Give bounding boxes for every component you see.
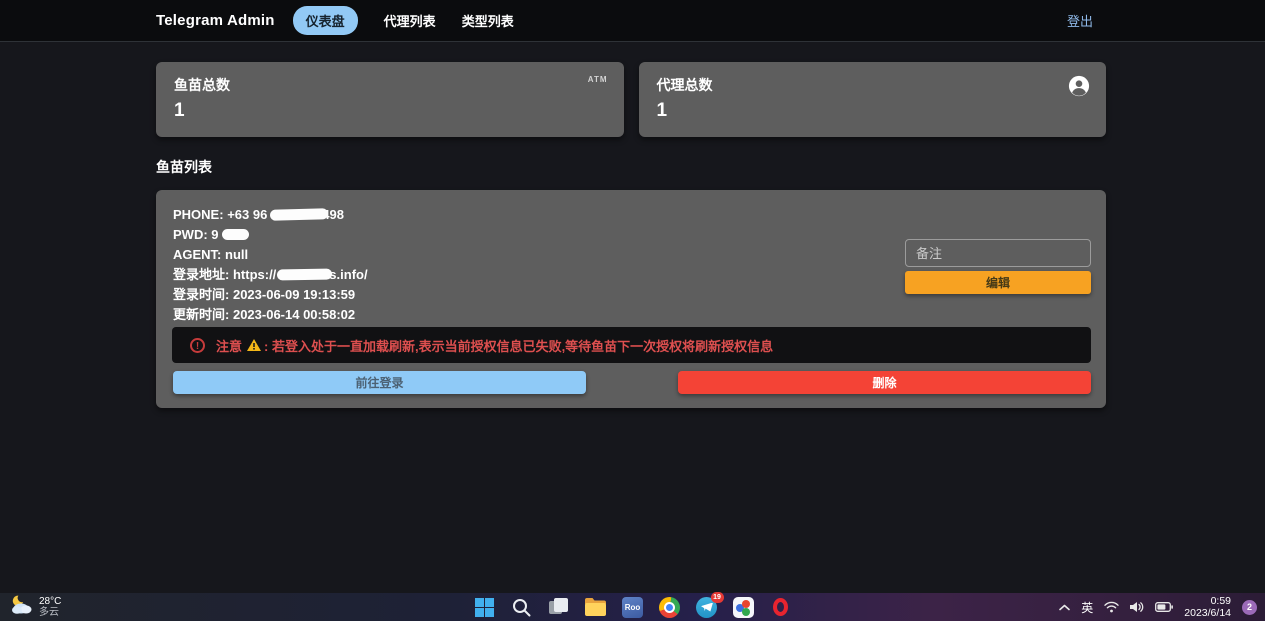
volume-icon[interactable] — [1130, 601, 1144, 613]
tab-type-list[interactable]: 类型列表 — [462, 11, 514, 30]
stat-label: 鱼苗总数 — [174, 75, 606, 95]
stat-card-fry-total: 鱼苗总数 1 ATM — [156, 62, 624, 137]
pwd-line: PWD: 9 — [173, 225, 368, 245]
tray-chevron-up-icon[interactable] — [1059, 604, 1070, 611]
warning-triangle-icon — [247, 339, 261, 351]
telegram-icon[interactable]: 19 — [696, 596, 718, 618]
screen: Telegram Admin 仪表盘 代理列表 类型列表 登出 鱼苗总数 1 A… — [0, 0, 1265, 621]
weather-icon — [10, 595, 34, 620]
battery-icon[interactable] — [1155, 601, 1173, 613]
tab-agent-list[interactable]: 代理列表 — [384, 11, 436, 30]
roo-app-icon[interactable]: Roo — [622, 596, 644, 618]
record-details: PHONE: +63 96498 PWD: 9 AGENT: null 登录地址… — [173, 205, 368, 325]
brand-title: Telegram Admin — [156, 12, 275, 29]
redaction-blob — [222, 229, 249, 240]
stat-cards-row: 鱼苗总数 1 ATM 代理总数 1 — [156, 62, 1106, 137]
ime-indicator[interactable]: 英 — [1081, 599, 1093, 616]
update-time-value: 2023-06-14 00:58:02 — [233, 307, 355, 322]
weather-condition: 多云 — [39, 607, 59, 618]
redaction-blob — [270, 208, 328, 221]
note-input[interactable] — [905, 239, 1091, 267]
telegram-badge: 19 — [711, 592, 724, 603]
section-title-fry-list: 鱼苗列表 — [156, 157, 212, 177]
warning-bar: ! 注意 : 若登入处于一直加载刷新,表示当前授权信息已失败,等待鱼苗下一次授权… — [172, 327, 1091, 363]
weather-text: 28°C 多云 — [39, 596, 61, 618]
edit-button[interactable]: 编辑 — [905, 271, 1091, 294]
task-view-icon[interactable] — [548, 596, 570, 618]
login-url-line: 登录地址: https:// s.info/ — [173, 265, 368, 285]
alert-circle-icon: ! — [190, 338, 205, 353]
agent-line: AGENT: null — [173, 245, 368, 265]
login-url-label: 登录地址: — [173, 267, 229, 282]
clock-time: 0:59 — [1211, 595, 1231, 607]
phone-prefix: +63 96 — [227, 207, 267, 222]
update-time-label: 更新时间: — [173, 307, 229, 322]
weather-widget[interactable]: 28°C 多云 — [10, 595, 61, 620]
top-navbar: Telegram Admin 仪表盘 代理列表 类型列表 登出 — [0, 0, 1265, 42]
system-tray: 英 — [1059, 593, 1257, 621]
redaction-blob — [277, 269, 332, 281]
file-explorer-icon[interactable] — [585, 596, 607, 618]
login-url-suffix: s.info/ — [329, 267, 367, 282]
login-url-prefix: https:// — [233, 267, 276, 282]
update-time-line: 更新时间: 2023-06-14 00:58:02 — [173, 305, 368, 325]
clock-date: 2023/6/14 — [1184, 607, 1231, 619]
pwd-label: PWD: — [173, 227, 208, 242]
login-time-label: 登录时间: — [173, 287, 229, 302]
account-circle-icon — [1068, 75, 1090, 102]
weather-temp: 28°C — [39, 596, 61, 607]
goto-login-button[interactable]: 前往登录 — [173, 371, 586, 394]
wifi-icon[interactable] — [1104, 601, 1119, 613]
stat-label: 代理总数 — [657, 75, 1089, 95]
chrome-icon[interactable] — [659, 596, 681, 618]
circles-app-icon[interactable] — [733, 596, 755, 618]
windows-taskbar: 28°C 多云 — [0, 593, 1265, 621]
taskbar-center-icons: Roo 19 — [474, 593, 792, 621]
login-time-line: 登录时间: 2023-06-09 19:13:59 — [173, 285, 368, 305]
fry-record-card: PHONE: +63 96498 PWD: 9 AGENT: null 登录地址… — [156, 190, 1106, 408]
taskbar-clock[interactable]: 0:59 2023/6/14 — [1184, 595, 1231, 619]
agent-value: null — [225, 247, 248, 262]
windows-start-button[interactable] — [474, 596, 496, 618]
roo-label: Roo — [622, 597, 643, 618]
stat-card-agent-total: 代理总数 1 — [639, 62, 1107, 137]
tab-dashboard[interactable]: 仪表盘 — [293, 6, 358, 35]
delete-button[interactable]: 删除 — [678, 371, 1091, 394]
warning-label: 注意 — [216, 336, 242, 355]
notification-badge[interactable]: 2 — [1242, 600, 1257, 615]
login-time-value: 2023-06-09 19:13:59 — [233, 287, 355, 302]
search-icon[interactable] — [511, 596, 533, 618]
opera-icon[interactable] — [770, 596, 792, 618]
phone-label: PHONE: — [173, 207, 224, 222]
stat-value: 1 — [657, 100, 1089, 122]
agent-label: AGENT: — [173, 247, 221, 262]
warning-text: : 若登入处于一直加载刷新,表示当前授权信息已失败,等待鱼苗下一次授权将刷新授权… — [264, 336, 773, 355]
pwd-prefix: 9 — [211, 227, 218, 242]
logout-link[interactable]: 登出 — [1067, 11, 1093, 30]
stat-value: 1 — [174, 100, 606, 122]
atm-icon: ATM — [588, 75, 608, 84]
phone-line: PHONE: +63 96498 — [173, 205, 368, 225]
